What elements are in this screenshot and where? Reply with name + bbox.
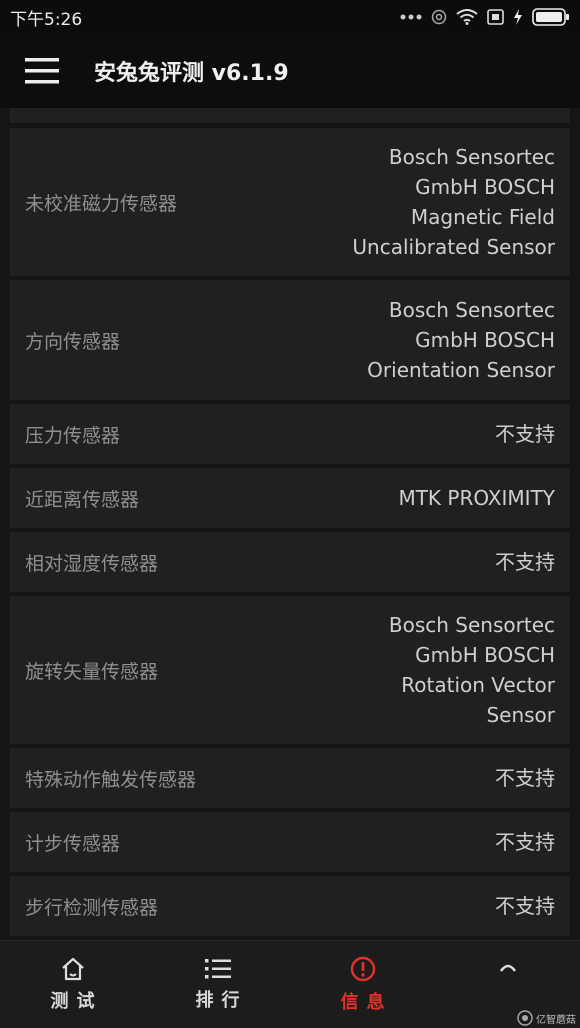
sensor-row-orientation: 方向传感器 Bosch Sensortec GmbH BOSCH Orienta…: [10, 278, 570, 400]
sensor-row-step-counter: 计步传感器 不支持: [10, 810, 570, 872]
sensor-label: 特殊动作触发传感器: [25, 768, 197, 791]
info-alert-icon: [350, 956, 375, 981]
watermark: 亿智蘑菇: [517, 1010, 576, 1026]
sensor-value: 不支持: [495, 894, 555, 918]
status-icons: [400, 8, 570, 26]
sensor-label: 旋转矢量传感器: [25, 660, 159, 683]
sensor-value: MTK PROXIMITY: [398, 486, 555, 510]
screenshot-icon: [487, 9, 504, 25]
sensor-value: Bosch Sensortec GmbH BOSCH Orientation S…: [367, 298, 555, 382]
sensor-label: 压力传感器: [25, 424, 121, 447]
sensor-value: Bosch Sensortec GmbH BOSCH Rotation Vect…: [388, 613, 555, 727]
sensor-value: 不支持: [495, 766, 555, 790]
watermark-text: 亿智蘑菇: [536, 1014, 576, 1026]
sensor-row-step-detector: 步行检测传感器 不支持: [10, 874, 570, 936]
sensor-row-rotation-vector: 旋转矢量传感器 Bosch Sensortec GmbH BOSCH Rotat…: [10, 594, 570, 744]
status-time: 下午5:26: [10, 9, 83, 30]
sensor-value: 不支持: [495, 830, 555, 854]
battery-icon: [532, 8, 569, 26]
nav-test[interactable]: 测试: [0, 941, 145, 1028]
sensor-label: 计步传感器: [25, 832, 121, 855]
nav-test-label: 测试: [50, 990, 103, 1012]
sensor-value: 不支持: [495, 550, 555, 574]
sensor-label: 步行检测传感器: [25, 896, 159, 919]
sensor-label: 未校准磁力传感器: [25, 192, 178, 215]
sensor-value: Bosch Sensortec GmbH BOSCH Magnetic Fiel…: [352, 145, 555, 259]
sensor-row-significant-motion: 特殊动作触发传感器 不支持: [10, 746, 570, 808]
list-top-card: [10, 108, 570, 124]
charging-icon: [514, 9, 522, 25]
more-icon: [499, 964, 516, 972]
dots-icon: [400, 14, 422, 20]
sensor-row-pressure: 压力传感器 不支持: [10, 402, 570, 464]
wifi-icon: [456, 9, 478, 25]
home-icon: [61, 957, 84, 980]
status-bar: 下午5:26: [0, 0, 580, 34]
app-bar: 安兔兔评测 v6.1.9: [0, 34, 580, 108]
sensor-value: 不支持: [495, 422, 555, 446]
sensor-list[interactable]: 未校准磁力传感器 Bosch Sensortec GmbH BOSCH Magn…: [0, 108, 580, 940]
list-icon: [204, 958, 231, 978]
nav-rank[interactable]: 排行: [145, 941, 290, 1028]
bottom-nav: 测试 排行 信息 .: [0, 940, 580, 1028]
sensor-label: 近距离传感器: [25, 488, 140, 511]
sync-icon: [431, 9, 447, 25]
sensor-row-uncalibrated-magnetic: 未校准磁力传感器 Bosch Sensortec GmbH BOSCH Magn…: [10, 126, 570, 276]
sensor-row-proximity: 近距离传感器 MTK PROXIMITY: [10, 466, 570, 528]
app-title: 安兔兔评测 v6.1.9: [94, 61, 289, 86]
watermark-logo-icon: [517, 1010, 533, 1026]
nav-rank-label: 排行: [195, 989, 248, 1011]
sensor-row-humidity: 相对湿度传感器 不支持: [10, 530, 570, 592]
sensor-label: 方向传感器: [25, 330, 121, 353]
sensor-label: 相对湿度传感器: [25, 552, 159, 575]
nav-info-label: 信息: [340, 991, 393, 1013]
hamburger-menu-icon: [25, 58, 59, 84]
nav-info[interactable]: 信息: [290, 941, 435, 1028]
menu-button[interactable]: [0, 34, 84, 108]
